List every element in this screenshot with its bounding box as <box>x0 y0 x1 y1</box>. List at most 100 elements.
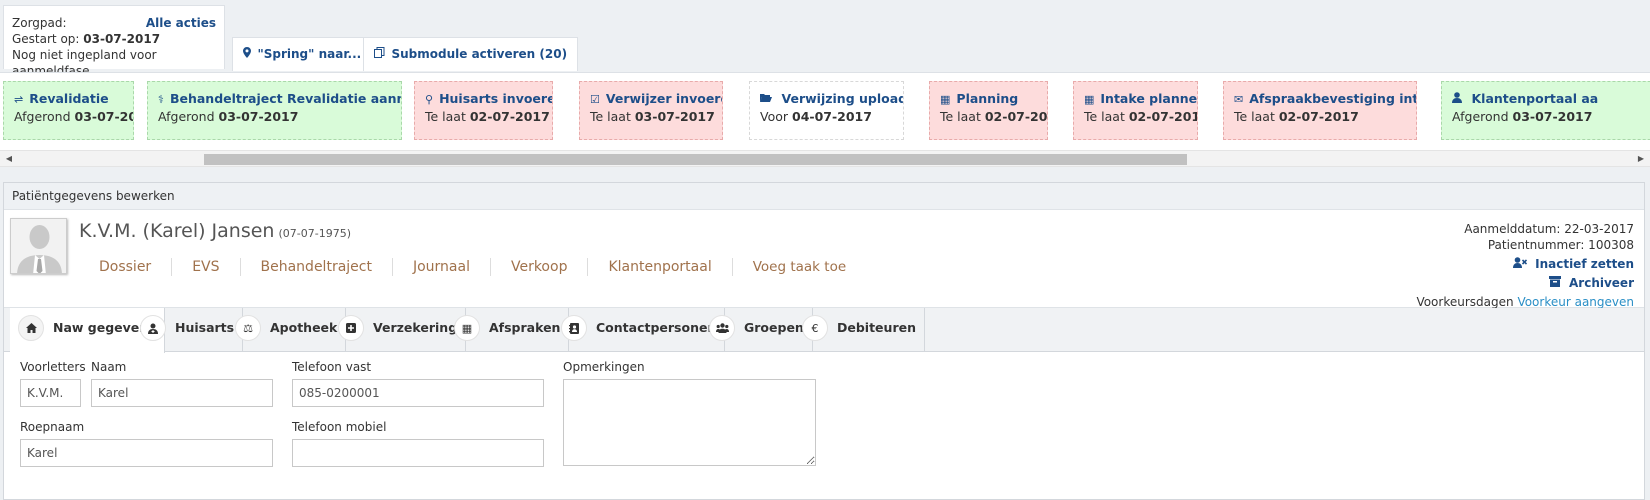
step-title: Klantenportaal aa <box>1452 91 1650 106</box>
stethoscope-icon: ⚲ <box>425 93 434 106</box>
tab-debiteuren[interactable]: € Debiteuren <box>794 308 925 352</box>
nav-dossier[interactable]: Dossier <box>79 258 173 276</box>
roepnaam-label: Roepnaam <box>20 420 85 434</box>
doctor-icon <box>140 315 166 341</box>
tab-contactpersonen[interactable]: Contactpersonen <box>553 308 726 352</box>
started-date: 03-07-2017 <box>83 32 161 46</box>
opmerkingen-label: Opmerkingen <box>563 360 645 374</box>
patient-nav: Dossier EVS Behandeltraject Journaal Ver… <box>79 258 866 276</box>
step-status-text: Te laat <box>940 109 981 124</box>
step-status: Afgerond 03-07-2017 <box>14 109 134 124</box>
step-verwijzing-uploaden[interactable]: Verwijzing uploaden Voor 04-07-2017 <box>749 81 904 140</box>
step-planning[interactable]: ▦ Planning Te laat 02-07-2017 <box>929 81 1048 140</box>
nav-klantenportaal[interactable]: Klantenportaal <box>588 258 733 276</box>
step-title: ▦ Intake plannen <box>1084 91 1197 106</box>
envelope-icon: ✉ <box>1234 93 1244 106</box>
opmerkingen-textarea[interactable] <box>563 379 816 466</box>
tab-afspraken[interactable]: ▦ Afspraken <box>446 308 570 352</box>
euro-icon: € <box>802 315 828 341</box>
step-intake-plannen[interactable]: ▦ Intake plannen Te laat 02-07-2017 <box>1073 81 1198 140</box>
step-status: Te laat 02-07-2017 <box>940 109 1048 124</box>
steps-horizontal-scrollbar[interactable]: ◀ ▶ <box>0 150 1650 167</box>
zorgpad-started: Gestart op: 03-07-2017 <box>12 31 216 47</box>
alle-acties-link[interactable]: Alle acties <box>146 15 216 31</box>
patient-name: K.V.M. (Karel) Jansen (07-07-1975) <box>79 220 351 242</box>
telefoon-vast-field[interactable] <box>292 379 544 407</box>
archiveer-button[interactable]: Archiveer <box>1416 275 1634 291</box>
spring-naar-button[interactable]: "Spring" naar... <box>232 37 373 71</box>
zorgpad-box: Zorgpad: Alle acties Gestart op: 03-07-2… <box>3 5 225 78</box>
inactief-label: Inactief zetten <box>1535 257 1634 271</box>
scroll-left-icon[interactable]: ◀ <box>3 153 15 165</box>
signpost-icon: ⇌ <box>14 93 24 106</box>
step-status: Afgerond 03-07-2017 <box>158 109 298 124</box>
nav-journaal[interactable]: Journaal <box>393 258 491 276</box>
step-title: ⇌ Revalidatie <box>14 91 123 106</box>
step-title: Verwijzing uploaden <box>760 91 903 106</box>
scale-icon: ⚖ <box>235 315 261 341</box>
tab-apotheek[interactable]: ⚖ Apotheek <box>227 308 347 352</box>
step-status: Afgerond 03-07-2017 <box>1452 109 1592 124</box>
step-date: 02-07-2017 <box>984 109 1048 124</box>
calendar-icon: ▦ <box>1084 93 1095 106</box>
step-verwijzer-invoeren[interactable]: ☑ Verwijzer invoeren Te laat 03-07-2017 <box>579 81 723 140</box>
inactief-zetten-button[interactable]: Inactief zetten <box>1416 256 1634 272</box>
voorkeur-aangeven-link[interactable]: Voorkeur aangeven <box>1517 295 1634 309</box>
tab-label: Huisarts <box>175 320 235 335</box>
step-title-text: Huisarts invoeren <box>439 91 553 106</box>
step-huisarts-invoeren[interactable]: ⚲ Huisarts invoeren Te laat 02-07-2017 <box>414 81 553 140</box>
step-status: Te laat 02-07-2017 <box>1084 109 1197 124</box>
checkbox-icon: ☑ <box>590 93 600 106</box>
step-klantenportaal[interactable]: Klantenportaal aa Afgerond 03-07-2017 <box>1441 81 1650 140</box>
panel-title: Patiëntgegevens bewerken <box>4 183 1644 210</box>
step-status-text: Te laat <box>1234 109 1275 124</box>
step-revalidatie[interactable]: ⇌ Revalidatie Afgerond 03-07-2017 <box>3 81 134 140</box>
aanmelddatum: Aanmelddatum: 22-03-2017 <box>1464 222 1634 236</box>
nav-evs[interactable]: EVS <box>172 258 241 276</box>
voorletters-field[interactable] <box>20 379 81 407</box>
step-title: ▦ Planning <box>940 91 1037 106</box>
step-date: 03-07-2017 <box>218 109 299 124</box>
user-icon <box>1452 92 1466 106</box>
archive-icon <box>1548 276 1565 290</box>
user-times-icon <box>1512 257 1531 271</box>
step-afspraakbevestiging[interactable]: ✉ Afspraakbevestiging intake Te laat 02-0… <box>1223 81 1417 140</box>
step-title-text: Verwijzing uploaden <box>781 91 904 106</box>
scrollbar-thumb[interactable] <box>204 154 1187 165</box>
calendar-icon: ▦ <box>454 315 480 341</box>
step-status: Voor 04-07-2017 <box>760 109 872 124</box>
scroll-right-icon[interactable]: ▶ <box>1635 153 1647 165</box>
naam-field[interactable] <box>91 379 273 407</box>
step-status-text: Voor <box>760 109 789 124</box>
step-status-text: Te laat <box>1084 109 1125 124</box>
map-marker-icon <box>243 47 255 61</box>
tab-label: Apotheek <box>270 320 338 335</box>
step-title-text: Klantenportaal aa <box>1471 91 1599 106</box>
calendar-icon: ▦ <box>940 93 951 106</box>
nav-behandeltraject[interactable]: Behandeltraject <box>241 258 393 276</box>
step-date: 02-07-2017 <box>1278 109 1359 124</box>
patientnummer: Patientnummer: 100308 <box>1487 238 1634 252</box>
zorgpad-header: Zorgpad: Alle acties Gestart op: 03-07-2… <box>0 0 1650 78</box>
nav-voeg-taak-toe[interactable]: Voeg taak toe <box>733 258 866 276</box>
telefoon-vast-label: Telefoon vast <box>292 360 372 374</box>
step-status-text: Te laat <box>590 109 631 124</box>
step-date: 02-07-2017 <box>1128 109 1197 124</box>
step-title: ☑ Verwijzer invoeren <box>590 91 722 106</box>
step-date: 03-07-2017 <box>74 109 134 124</box>
step-status-text: Afgerond <box>1452 109 1509 124</box>
avatar <box>10 218 67 274</box>
submodule-activeren-button[interactable]: Submodule activeren (20) <box>363 37 579 71</box>
tab-label: Contactpersonen <box>596 320 717 335</box>
nav-verkoop[interactable]: Verkoop <box>491 258 589 276</box>
step-status: Te laat 02-07-2017 <box>1234 109 1359 124</box>
step-date: 02-07-2017 <box>469 109 550 124</box>
step-behandeltraject[interactable]: ⚕ Behandeltraject Revalidatie aanmaken Af… <box>147 81 402 140</box>
step-status-text: Afgerond <box>14 109 71 124</box>
roepnaam-field[interactable] <box>20 439 273 467</box>
step-title-text: Afspraakbevestiging intake <box>1249 91 1417 106</box>
telefoon-mobiel-field[interactable] <box>292 439 544 467</box>
step-date: 03-07-2017 <box>1512 109 1593 124</box>
started-label: Gestart op: <box>12 32 80 46</box>
step-title: ⚲ Huisarts invoeren <box>425 91 552 106</box>
